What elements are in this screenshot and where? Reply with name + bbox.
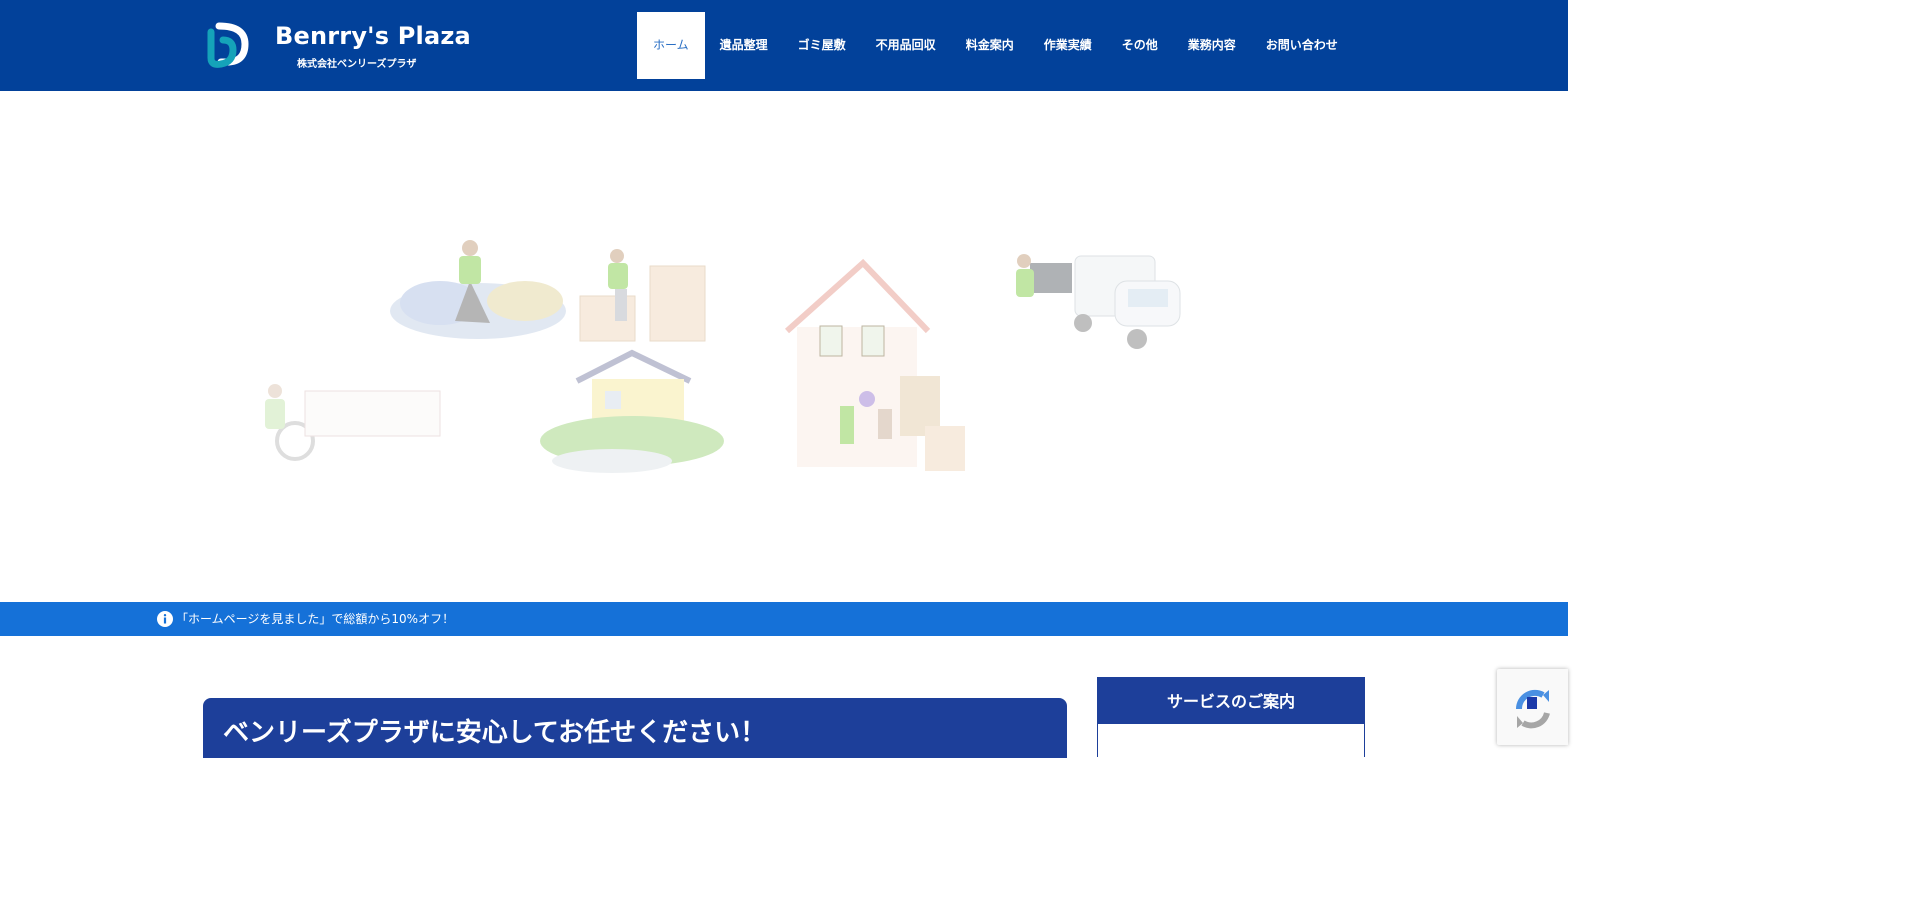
- nav-estate-cleanup[interactable]: 遺品整理: [705, 12, 783, 79]
- care-bed-illustration: [265, 384, 441, 461]
- nav-contact[interactable]: お問い合わせ: [1251, 12, 1353, 79]
- nav-hoarder-house[interactable]: ゴミ屋敷: [783, 12, 861, 79]
- junk-pile-illustration: [390, 240, 566, 339]
- hero-banner: [0, 91, 1568, 602]
- hero-illustration: [265, 240, 1181, 473]
- sidebar-title: サービスのご案内: [1098, 678, 1364, 724]
- site-logo[interactable]: Benrry's Plaza 株式会社ベンリーズプラザ: [205, 22, 471, 72]
- info-icon: [157, 611, 173, 627]
- main-nav: ホーム 遺品整理 ゴミ屋敷 不用品回収 料金案内 作業実績 その他 業務内容 お…: [637, 12, 1353, 79]
- nav-home[interactable]: ホーム: [637, 12, 705, 79]
- house-illustration: [784, 258, 965, 471]
- nav-work-results[interactable]: 作業実績: [1029, 12, 1107, 79]
- nav-services[interactable]: 業務内容: [1173, 12, 1251, 79]
- nav-junk-removal[interactable]: 不用品回収: [861, 12, 951, 79]
- logo-name: Benrry's Plaza: [275, 22, 471, 50]
- discount-notice-text: 「ホームページを見ました」で総額から10%オフ！: [176, 612, 455, 626]
- nav-pricing[interactable]: 料金案内: [951, 12, 1029, 79]
- logo-subtitle: 株式会社ベンリーズプラザ: [297, 59, 417, 70]
- truck-illustration: [1016, 254, 1181, 349]
- logo-mark-icon: [207, 22, 249, 68]
- nav-other[interactable]: その他: [1107, 12, 1173, 79]
- main-heading-box: ベンリーズプラザに安心してお任せください！: [203, 698, 1067, 758]
- moving-boxes-illustration: [579, 249, 706, 342]
- recaptcha-icon: [1515, 689, 1550, 729]
- sidebar-services: サービスのご案内: [1097, 677, 1365, 757]
- main-heading: ベンリーズプラザに安心してお任せください！: [223, 718, 767, 748]
- discount-notice-bar: 「ホームページを見ました」で総額から10%オフ！: [0, 602, 1568, 636]
- overgrown-house-illustration: [540, 349, 724, 473]
- site-header: Benrry's Plaza 株式会社ベンリーズプラザ ホーム 遺品整理 ゴミ屋…: [0, 0, 1568, 91]
- recaptcha-badge[interactable]: [1497, 669, 1568, 745]
